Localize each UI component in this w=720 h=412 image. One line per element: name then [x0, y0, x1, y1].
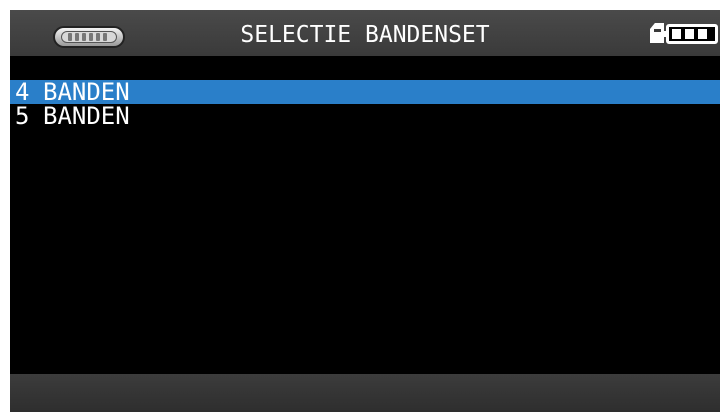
tire-set-list: 4 BANDEN 5 BANDEN	[10, 80, 720, 128]
footer-bar	[10, 374, 720, 412]
screen-title: SELECTIE BANDENSET	[240, 22, 490, 48]
menu-item-4-banden[interactable]: 4 BANDEN	[10, 80, 720, 104]
menu-item-number: 4	[15, 78, 30, 106]
battery-icon	[662, 24, 718, 44]
menu-item-5-banden[interactable]: 5 BANDEN	[10, 104, 720, 128]
header-bar: SELECTIE BANDENSET	[10, 10, 720, 56]
menu-item-label: BANDEN	[43, 102, 130, 130]
device-screen: SELECTIE BANDENSET 4 BANDEN 5 BANDEN	[10, 10, 720, 412]
menu-item-number: 5	[15, 102, 30, 130]
